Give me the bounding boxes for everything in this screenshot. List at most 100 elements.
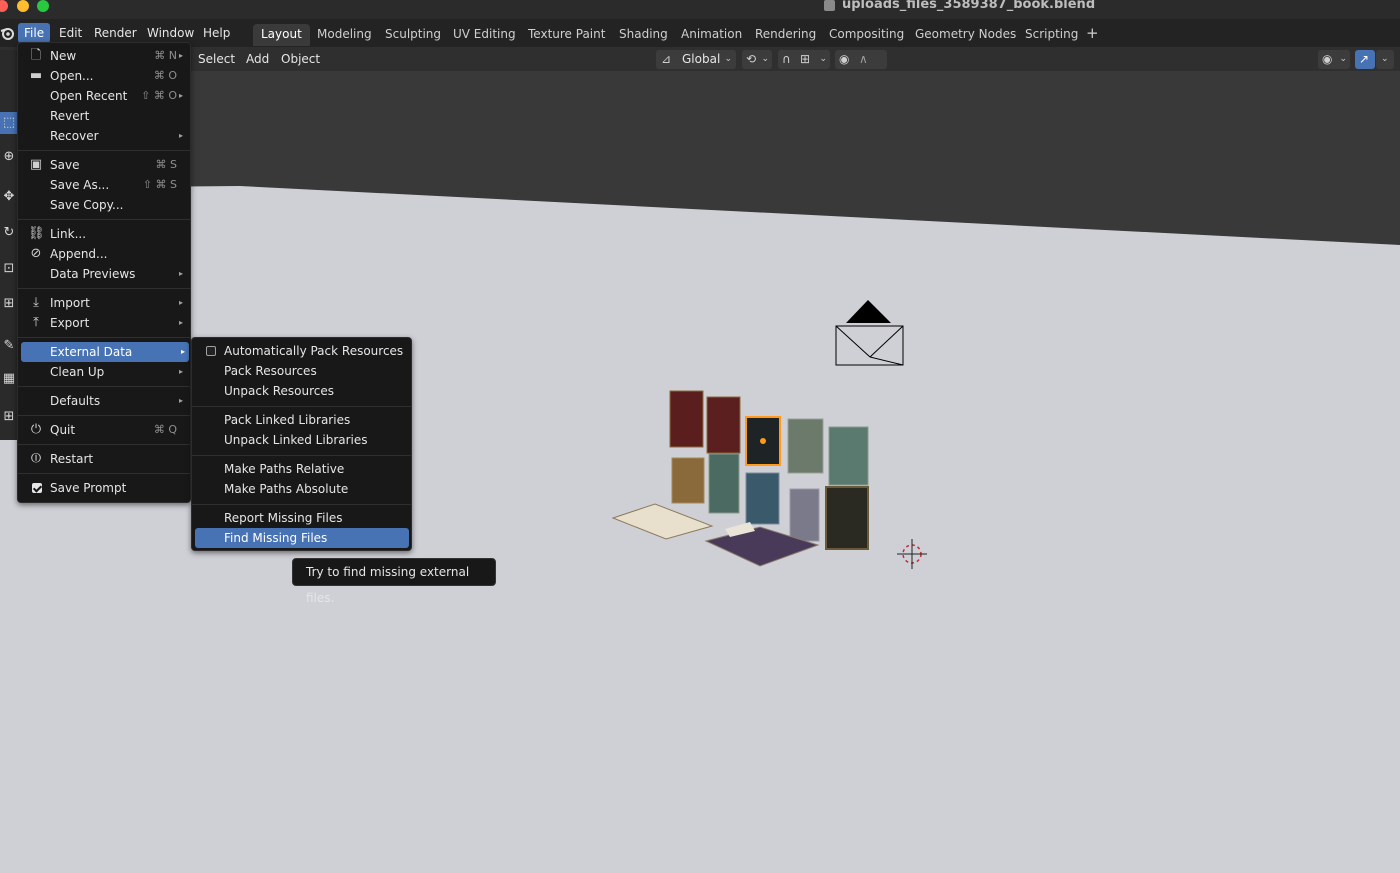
annotate-tool[interactable]: ✎	[0, 335, 18, 357]
chevron-down-icon: ⌄	[819, 54, 827, 64]
import-icon: ⤓	[33, 295, 39, 310]
measure-tool[interactable]: ▦	[0, 368, 18, 390]
tab-layout[interactable]: Layout	[253, 24, 310, 46]
menu-render[interactable]: Render	[88, 23, 143, 43]
power-icon: ⏻	[30, 422, 42, 437]
menu-help[interactable]: Help	[197, 23, 236, 43]
menu-item-revert[interactable]: Revert	[21, 106, 187, 126]
menu-item-data-previews[interactable]: Data Previews ▸	[21, 264, 187, 284]
menu-item-import[interactable]: ⤓ Import ▸	[21, 293, 187, 313]
menu-item-external-data[interactable]: External Data ▸	[21, 342, 189, 362]
add-workspace-button[interactable]: +	[1086, 24, 1099, 42]
add-cube-tool[interactable]: ⊞	[0, 406, 18, 428]
header-menu-object[interactable]: Object	[281, 50, 320, 68]
menu-item-quit[interactable]: ⏻ Quit ⌘ Q	[21, 420, 187, 440]
menu-item-restart[interactable]: ⏼ Restart	[21, 449, 187, 469]
menu-item-pack-resources[interactable]: Pack Resources	[195, 361, 408, 381]
chevron-down-icon: ⌄	[761, 54, 769, 64]
menu-item-find-missing-files[interactable]: Find Missing Files	[195, 528, 409, 548]
menu-item-open-recent[interactable]: Open Recent ⇧ ⌘ O ▸	[21, 86, 187, 106]
gizmo-options-dropdown[interactable]: ⌄	[1376, 50, 1394, 69]
menu-item-open[interactable]: ▬ Open... ⌘ O	[21, 66, 187, 86]
top-bar: File Edit Render Window Help Layout Mode…	[0, 19, 1400, 47]
orientation-value: Global	[682, 52, 721, 66]
menu-separator	[192, 406, 411, 407]
cursor-tool[interactable]: ⊕	[0, 146, 18, 168]
menu-separator	[18, 337, 190, 338]
tab-rendering[interactable]: Rendering	[747, 24, 824, 46]
chevron-down-icon: ⌄	[724, 54, 732, 64]
rotate-tool[interactable]: ↻	[0, 222, 18, 244]
menu-separator	[18, 415, 190, 416]
menu-separator	[18, 219, 190, 220]
menu-item-unpack-linked-libraries[interactable]: Unpack Linked Libraries	[195, 430, 408, 450]
tab-modeling[interactable]: Modeling	[309, 24, 380, 46]
tab-geometry-nodes[interactable]: Geometry Nodes	[907, 24, 1024, 46]
menu-item-make-paths-absolute[interactable]: Make Paths Absolute	[195, 479, 408, 499]
menu-item-append[interactable]: ⊘ Append...	[21, 244, 187, 264]
close-window-button[interactable]	[0, 0, 8, 12]
minimize-window-button[interactable]	[17, 0, 29, 12]
menu-separator	[18, 386, 190, 387]
new-file-icon: 🗋	[30, 48, 42, 63]
menu-item-save[interactable]: ▣ Save ⌘ S	[21, 155, 187, 175]
menu-item-pack-linked-libraries[interactable]: Pack Linked Libraries	[195, 410, 408, 430]
folder-icon: ▬	[29, 68, 43, 83]
menu-separator	[18, 473, 190, 474]
scale-tool[interactable]: ⊡	[0, 258, 18, 280]
maximize-window-button[interactable]	[37, 0, 49, 12]
window-title: uploads_files_3589387_book.blend	[842, 0, 1096, 12]
left-toolbar: ⬚ ⊕ ✥ ↻ ⊡ ⊞ ✎ ▦ ⊞	[0, 50, 18, 440]
menu-item-save-prompt[interactable]: Save Prompt	[21, 478, 187, 498]
tab-animation[interactable]: Animation	[673, 24, 750, 46]
link-icon: ⛓	[28, 226, 45, 241]
tab-uv-editing[interactable]: UV Editing	[445, 24, 524, 46]
visibility-dropdown[interactable]: ◉ ⌄	[1318, 50, 1350, 69]
tab-scripting[interactable]: Scripting	[1017, 24, 1086, 46]
snapping-controls[interactable]: ∩ ⊞ ⌄	[778, 50, 830, 69]
menu-item-report-missing-files[interactable]: Report Missing Files	[195, 508, 408, 528]
file-menu: 🗋 New ⌘ N ▸ ▬ Open... ⌘ O Open Recent ⇧ …	[17, 42, 191, 503]
restart-icon: ⏼	[30, 451, 42, 466]
move-tool[interactable]: ✥	[0, 186, 18, 208]
gizmo-icon: ↗	[1359, 52, 1370, 66]
menu-item-recover[interactable]: Recover ▸	[21, 126, 187, 146]
tab-compositing[interactable]: Compositing	[821, 24, 912, 46]
viewport-header: ⛶ Select Add Object ⊿ Global ⌄ ⟲ ⌄ ∩ ⊞ ⌄…	[0, 47, 1400, 71]
menu-item-save-as[interactable]: Save As... ⇧ ⌘ S	[21, 175, 187, 195]
menu-file[interactable]: File	[18, 23, 51, 43]
auto-pack-checkbox[interactable]	[206, 346, 216, 356]
menu-item-defaults[interactable]: Defaults ▸	[21, 391, 187, 411]
menu-separator	[192, 504, 411, 505]
menu-item-make-paths-relative[interactable]: Make Paths Relative	[195, 459, 408, 479]
menu-item-clean-up[interactable]: Clean Up ▸	[21, 362, 187, 382]
external-data-submenu: Automatically Pack Resources Pack Resour…	[191, 337, 412, 551]
orientation-icon: ⊿	[661, 52, 672, 66]
proportional-editing-controls[interactable]: ◉ ∧	[835, 50, 887, 69]
menu-item-auto-pack-resources[interactable]: Automatically Pack Resources	[195, 341, 408, 361]
select-box-tool[interactable]: ⬚	[0, 112, 18, 134]
tab-texture-paint[interactable]: Texture Paint	[520, 24, 613, 46]
menu-item-unpack-resources[interactable]: Unpack Resources	[195, 381, 408, 401]
menu-item-new[interactable]: 🗋 New ⌘ N ▸	[21, 46, 187, 66]
tab-sculpting[interactable]: Sculpting	[377, 24, 449, 46]
save-icon: ▣	[29, 157, 43, 172]
show-gizmo-toggle[interactable]: ↗	[1355, 50, 1375, 69]
save-prompt-checkbox[interactable]	[32, 483, 42, 493]
menu-edit[interactable]: Edit	[53, 23, 88, 43]
header-menu-add[interactable]: Add	[246, 50, 269, 68]
pivot-point-dropdown[interactable]: ⟲ ⌄	[742, 50, 772, 69]
menu-separator	[18, 150, 190, 151]
falloff-curve-icon: ∧	[859, 52, 868, 66]
menu-item-link[interactable]: ⛓ Link...	[21, 224, 187, 244]
transform-orientation-dropdown[interactable]: ⊿ Global ⌄	[656, 50, 736, 69]
menu-window[interactable]: Window	[141, 23, 200, 43]
transform-tool[interactable]: ⊞	[0, 293, 18, 315]
magnet-icon: ∩	[782, 52, 791, 66]
blender-logo-icon[interactable]	[0, 25, 16, 41]
tab-shading[interactable]: Shading	[611, 24, 676, 46]
header-menu-select[interactable]: Select	[198, 50, 235, 68]
menu-item-export[interactable]: ⤒ Export ▸	[21, 313, 187, 333]
menu-item-save-copy[interactable]: Save Copy...	[21, 195, 187, 215]
chevron-down-icon: ⌄	[1339, 54, 1347, 64]
